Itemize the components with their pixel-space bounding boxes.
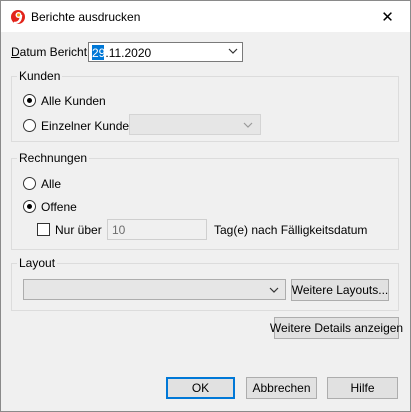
layout-group-title: Layout (17, 256, 58, 270)
close-button[interactable]: ✕ (365, 1, 410, 32)
chevron-down-icon[interactable] (269, 285, 279, 295)
banana-logo-icon (11, 10, 25, 25)
window-title: Berichte ausdrucken (31, 10, 141, 24)
customer-select (129, 114, 261, 135)
ok-button[interactable]: OK (166, 377, 235, 399)
single-customer-radio[interactable] (23, 119, 36, 132)
days-suffix-label: Tag(e) nach Fälligkeitsdatum (214, 223, 368, 237)
all-customers-radio[interactable] (23, 94, 36, 107)
open-invoices-radio[interactable] (23, 200, 36, 213)
date-label: Datum Bericht (11, 45, 88, 59)
date-value: 29.11.2020 (92, 46, 152, 60)
all-invoices-label[interactable]: Alle (41, 177, 61, 191)
close-icon: ✕ (381, 8, 394, 26)
title-bar: Berichte ausdrucken ✕ (1, 1, 410, 32)
single-customer-label[interactable]: Einzelner Kunde (41, 119, 129, 133)
cancel-button[interactable]: Abbrechen (246, 377, 317, 399)
layout-select[interactable] (23, 279, 286, 300)
more-layouts-button[interactable]: Weitere Layouts... (291, 279, 389, 301)
help-button[interactable]: Hilfe (327, 377, 398, 399)
all-customers-label[interactable]: Alle Kunden (41, 94, 106, 108)
chevron-down-icon[interactable] (228, 46, 238, 56)
open-invoices-label[interactable]: Offene (41, 200, 77, 214)
rechnungen-group-title: Rechnungen (17, 151, 90, 165)
dialog-window: Berichte ausdrucken ✕ Datum Bericht 29.1… (0, 0, 411, 412)
only-over-label[interactable]: Nur über (55, 223, 102, 237)
only-over-checkbox[interactable] (37, 223, 50, 236)
date-picker[interactable]: 29.11.2020 (88, 42, 243, 62)
chevron-down-icon (243, 122, 253, 128)
kunden-group-title: Kunden (17, 69, 63, 83)
all-invoices-radio[interactable] (23, 177, 36, 190)
more-details-button[interactable]: Weitere Details anzeigen (270, 317, 403, 339)
date-label-text: atum Bericht (19, 45, 88, 59)
days-input: 10 (107, 219, 207, 240)
